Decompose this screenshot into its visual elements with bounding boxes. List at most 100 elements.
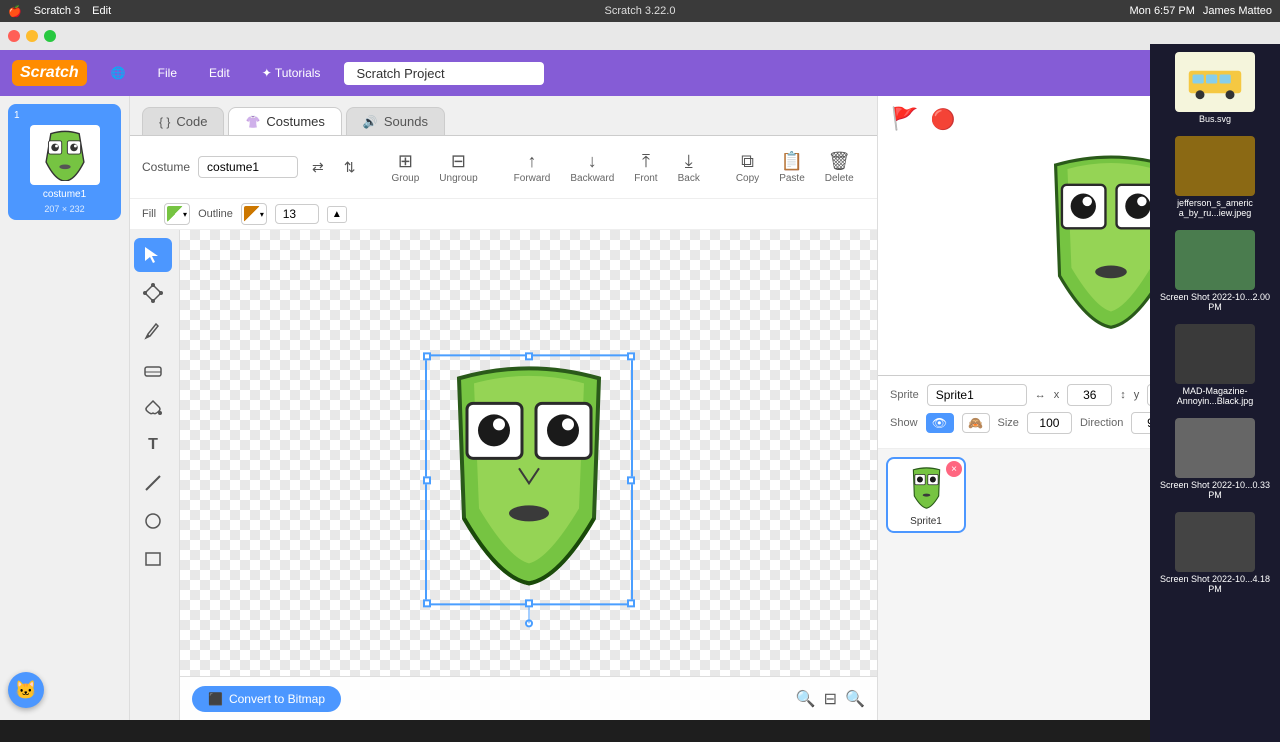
desktop-icon-bus[interactable]: Bus.svg — [1152, 96, 1278, 128]
fill-color-button[interactable]: ▾ — [164, 203, 190, 225]
forward-button[interactable]: ↑ Forward — [508, 148, 557, 187]
zoom-fit-button[interactable]: ⊟ — [824, 689, 837, 709]
sprite-selection-wrapper — [429, 358, 629, 601]
costume-field-label: Costume — [142, 160, 190, 174]
paste-button[interactable]: 📋 Paste — [773, 148, 811, 187]
costume-preview-svg — [35, 129, 95, 181]
sprite-label: Sprite — [890, 389, 919, 401]
close-button[interactable] — [8, 30, 20, 42]
costume-thumbnail — [30, 125, 100, 185]
show-hidden-button[interactable]: 🙈 — [962, 413, 990, 433]
size-label: Size — [998, 417, 1019, 429]
delete-button[interactable]: 🗑 Delete — [819, 148, 860, 187]
sprite-canvas-svg — [429, 358, 629, 598]
green-flag-button[interactable]: 🚩 — [890, 104, 920, 134]
time-display: Mon 6:57 PM — [1129, 5, 1194, 17]
backward-icon: ↓ — [588, 151, 597, 172]
back-button[interactable]: ⤓ Back — [672, 148, 706, 187]
front-button[interactable]: ⤒ Front — [628, 148, 663, 187]
desktop-icon-jefferson[interactable]: jefferson_s_americ a_by_ru...iew.jpeg — [1152, 132, 1278, 222]
circle-tool-button[interactable] — [134, 504, 172, 538]
x-coord-icon: ↔ — [1035, 389, 1046, 401]
costume-item-name: costume1 — [43, 189, 86, 200]
file-menu-button[interactable]: File — [150, 62, 185, 84]
sprite-item-sprite1[interactable]: × Sprite — [886, 457, 966, 533]
paste-icon: 📋 — [781, 151, 803, 172]
handle-bc — [525, 599, 533, 607]
jefferson-icon-name: jefferson_s_americ a_by_ru...iew.jpeg — [1156, 198, 1274, 218]
back-icon: ⤓ — [685, 151, 693, 172]
costume-item-size: 207 × 232 — [44, 204, 84, 214]
user-display: James Matteo — [1203, 5, 1272, 17]
group-icon: ⊞ — [398, 151, 413, 172]
line-tool-button[interactable] — [134, 466, 172, 500]
zoom-out-button[interactable]: 🔍 — [796, 689, 816, 709]
zoom-in-button[interactable]: 🔍 — [845, 689, 865, 709]
tab-code[interactable]: { } Code — [142, 107, 224, 135]
show-visible-button[interactable]: 👁 — [926, 413, 954, 433]
costume-item[interactable]: 1 costume1 207 × 232 — [8, 104, 121, 220]
x-coord-input[interactable] — [1067, 384, 1112, 406]
mad-icon-thumb — [1175, 324, 1255, 384]
backward-button[interactable]: ↓ Backward — [564, 148, 620, 187]
add-costume-area: 🐱 — [8, 672, 44, 708]
zoom-controls: 🔍 ⊟ 🔍 — [796, 689, 865, 709]
costume-name-input[interactable] — [198, 156, 298, 178]
edit-menu-button[interactable]: Edit — [201, 62, 238, 84]
size-up-button[interactable]: ▲ — [327, 206, 347, 223]
costume-editor-panel: { } Code 👚 Costumes 🔊 Sounds Costume ⇄ — [130, 96, 878, 720]
desktop-icon-mad[interactable]: MAD-Magazine-Annoyin...Black.jpg — [1152, 320, 1278, 410]
group-button[interactable]: ⊞ Group — [386, 148, 426, 187]
y-coord-icon: ↕ — [1120, 389, 1126, 401]
tutorials-button[interactable]: ✦ Tutorials — [254, 62, 329, 84]
window-controls — [8, 30, 56, 42]
sprite-grid: × Sprite — [886, 457, 1194, 533]
sprite-item-name: Sprite1 — [910, 516, 942, 527]
ungroup-button[interactable]: ⊟ Ungroup — [433, 148, 483, 187]
flip-h-arrow-btn[interactable]: ⇄ — [306, 156, 330, 179]
size-input[interactable] — [1027, 412, 1072, 434]
rect-tool-button[interactable] — [134, 542, 172, 576]
ungroup-icon: ⊟ — [451, 151, 466, 172]
fill-color-swatch — [167, 206, 183, 222]
sounds-icon: 🔊 — [363, 115, 378, 129]
apple-menu[interactable]: 🍎 — [8, 5, 22, 18]
outline-dropdown-arrow: ▾ — [260, 210, 264, 219]
sprite-delete-button[interactable]: × — [946, 461, 962, 477]
convert-to-bitmap-button[interactable]: ⬛ Convert to Bitmap — [192, 686, 341, 712]
fill-tool-button[interactable] — [134, 390, 172, 424]
bus-icon-name: Bus.svg — [1199, 114, 1231, 124]
tab-costumes[interactable]: 👚 Costumes — [228, 107, 341, 135]
flip-v-arrow-btn[interactable]: ⇅ — [338, 156, 362, 179]
desktop-icon-screenshot1[interactable]: Screen Shot 2022-10...2.00 PM — [1152, 226, 1278, 316]
project-name-input[interactable] — [344, 62, 544, 85]
text-tool-button[interactable]: T — [134, 428, 172, 462]
pencil-tool-button[interactable] — [134, 314, 172, 348]
canvas-area[interactable]: ⬛ Convert to Bitmap 🔍 ⊟ 🔍 — [180, 230, 877, 720]
sprite-name-input[interactable] — [927, 384, 1027, 406]
copy-button[interactable]: ⧉ Copy — [730, 148, 765, 187]
window-title: Scratch 3.22.0 — [605, 5, 676, 17]
minimize-button[interactable] — [26, 30, 38, 42]
desktop-items-panel: Bus.svg jefferson_s_americ a_by_ru...iew… — [1150, 96, 1280, 720]
code-icon: { } — [159, 115, 170, 129]
copy-icon: ⧉ — [741, 151, 754, 172]
mad-icon-name: MAD-Magazine-Annoyin...Black.jpg — [1156, 386, 1274, 406]
tab-sounds[interactable]: 🔊 Sounds — [346, 107, 445, 135]
handle-bl — [423, 599, 431, 607]
add-costume-button[interactable]: 🐱 — [8, 672, 44, 708]
costume-toolbar-row2: Fill ▾ Outline ▾ ▲ — [130, 199, 877, 230]
stop-button[interactable]: 🔴 — [928, 104, 958, 134]
sprite-thumb-svg — [899, 466, 954, 511]
desktop-icon-screenshot2[interactable]: Screen Shot 2022-10...0.33 PM — [1152, 414, 1278, 504]
maximize-button[interactable] — [44, 30, 56, 42]
costume-list-panel: 1 costume1 207 × 232 — [0, 96, 130, 720]
reshape-tool-button[interactable] — [134, 276, 172, 310]
select-tool-button[interactable] — [134, 238, 172, 272]
desktop-icon-screenshot3[interactable]: Screen Shot 2022-10...4.18 PM — [1152, 508, 1278, 598]
eraser-tool-button[interactable] — [134, 352, 172, 386]
outline-color-button[interactable]: ▾ — [241, 203, 267, 225]
globe-button[interactable]: 🌐 — [103, 62, 134, 84]
outline-size-input[interactable] — [275, 204, 319, 224]
edit-menu[interactable]: Edit — [92, 5, 111, 17]
